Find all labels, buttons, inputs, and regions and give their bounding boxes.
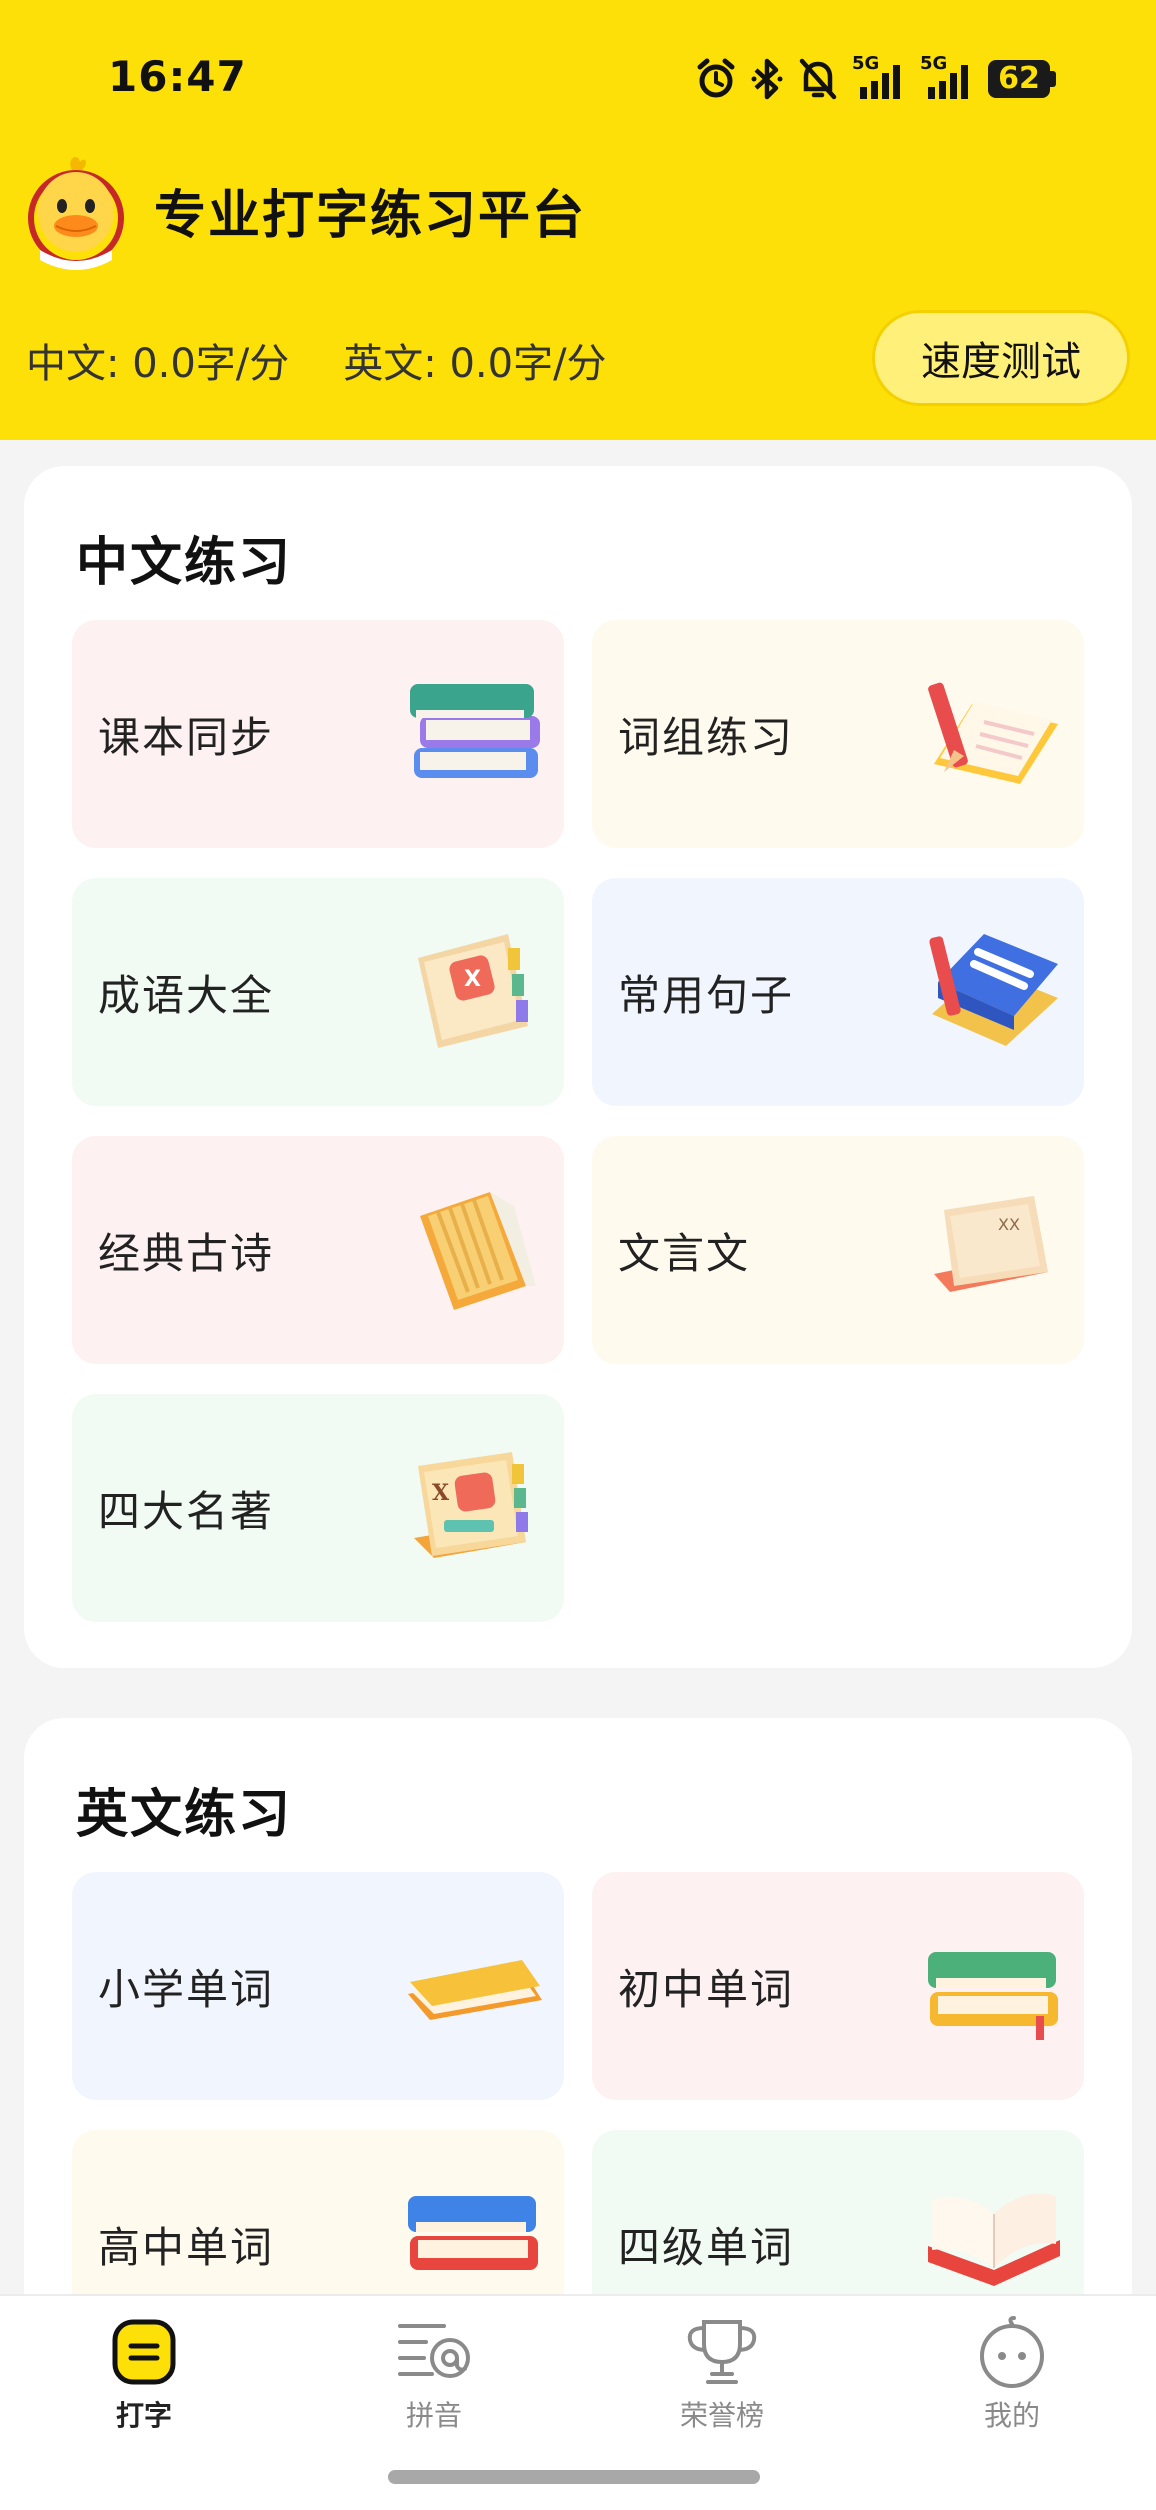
- tile-middle-school-words[interactable]: 初中单词: [592, 1872, 1084, 2100]
- svg-text:XX: XX: [998, 1215, 1020, 1234]
- tab-typing[interactable]: 打字: [44, 2316, 244, 2456]
- tile-textbook-sync[interactable]: 课本同步: [72, 620, 564, 848]
- tab-profile[interactable]: 我的: [912, 2316, 1112, 2456]
- speed-stats: 中文: 0.0字/分 英文: 0.0字/分: [26, 330, 607, 390]
- english-speed: 英文: 0.0字/分: [343, 341, 607, 387]
- profile-face-icon: [980, 2316, 1044, 2388]
- tile-classical-chinese[interactable]: 文言文 XX: [592, 1136, 1084, 1364]
- tab-honor-board[interactable]: 荣誉榜: [622, 2316, 822, 2456]
- chinese-speed: 中文: 0.0字/分: [26, 341, 290, 387]
- section-title: 英文练习: [76, 1785, 293, 1845]
- tile-label: 小学单词: [98, 1964, 275, 2014]
- yellow-book-icon: [408, 1960, 542, 2020]
- tab-label: 我的: [983, 2399, 1040, 2432]
- status-bar: 16:47 5G 5G 62: [0, 0, 1156, 160]
- blue-notebook-icon: [929, 934, 1058, 1046]
- chinese-practice-card: 中文练习 课本同步 词组练习 成语大全 X 常用句子 经典古诗 文言文 XX 四…: [24, 466, 1132, 1668]
- header: 16:47 5G 5G 62 专业打字练习平台 中文: 0.0字/分 英文: 0…: [0, 0, 1156, 440]
- tile-common-sentences[interactable]: 常用句子: [592, 878, 1084, 1106]
- duck-logo-icon: [28, 156, 124, 270]
- tile-primary-words[interactable]: 小学单词: [72, 1872, 564, 2100]
- tile-label: 成语大全: [98, 970, 275, 1020]
- ancient-book-icon: XX: [934, 1196, 1048, 1292]
- open-book-icon: [928, 2193, 1060, 2286]
- status-icons: 5G 5G 62: [696, 53, 1056, 104]
- tile-label: 初中单词: [618, 1964, 795, 2014]
- tile-four-classics[interactable]: 四大名著 X: [72, 1394, 564, 1622]
- svg-text:X: X: [432, 1480, 450, 1506]
- tile-label: 经典古诗: [98, 1228, 275, 1278]
- brand-row: 专业打字练习平台: [22, 140, 586, 280]
- signal-5g-icon: 5G: [920, 53, 974, 101]
- signal-5g-icon: 5G: [852, 53, 906, 101]
- classic-novel-icon: X: [414, 1452, 528, 1558]
- tab-label: 打字: [115, 2399, 172, 2432]
- blue-red-books-icon: [408, 2196, 538, 2270]
- pinyin-icon: [398, 2324, 470, 2378]
- tile-label: 四级单词: [618, 2222, 795, 2272]
- stacked-books-icon: [410, 684, 540, 778]
- status-time: 16:47: [108, 52, 247, 101]
- notebook-pencil-icon: [928, 682, 1058, 784]
- tile-idioms[interactable]: 成语大全 X: [72, 878, 564, 1106]
- tile-label: 词组练习: [618, 712, 795, 762]
- typing-icon: [112, 2319, 176, 2385]
- tile-label: 文言文: [618, 1228, 751, 1278]
- green-yellow-books-icon: [928, 1952, 1058, 2040]
- speed-test-button[interactable]: 速度测试: [872, 310, 1130, 406]
- tile-classic-poems[interactable]: 经典古诗: [72, 1136, 564, 1364]
- svg-text:X: X: [464, 967, 481, 992]
- tile-label: 高中单词: [98, 2222, 275, 2272]
- app-screen: 16:47 5G 5G 62 专业打字练习平台 中文: 0.0字/分 英文: 0…: [0, 0, 1156, 2510]
- battery-icon: 62: [988, 60, 1056, 98]
- trophy-icon: [687, 2320, 757, 2384]
- tab-pinyin[interactable]: 拼音: [334, 2316, 534, 2456]
- bluetooth-icon: [751, 58, 783, 100]
- tile-phrase-practice[interactable]: 词组练习: [592, 620, 1084, 848]
- bell-off-icon: [799, 58, 837, 100]
- section-title: 中文练习: [76, 533, 293, 593]
- scroll-book-icon: X: [418, 934, 528, 1048]
- tab-label: 荣誉榜: [679, 2399, 764, 2432]
- tab-label: 拼音: [405, 2399, 462, 2432]
- bamboo-book-icon: [420, 1192, 536, 1310]
- alarm-icon: [697, 58, 735, 98]
- home-indicator[interactable]: [388, 2470, 760, 2484]
- tile-label: 四大名著: [98, 1486, 275, 1536]
- battery-level: 62: [988, 60, 1050, 98]
- tile-label: 课本同步: [98, 712, 275, 762]
- app-title: 专业打字练习平台: [154, 185, 587, 246]
- english-practice-card: 英文练习 小学单词 初中单词 高中单词 四级单词: [24, 1718, 1132, 2358]
- tile-label: 常用句子: [618, 970, 795, 1020]
